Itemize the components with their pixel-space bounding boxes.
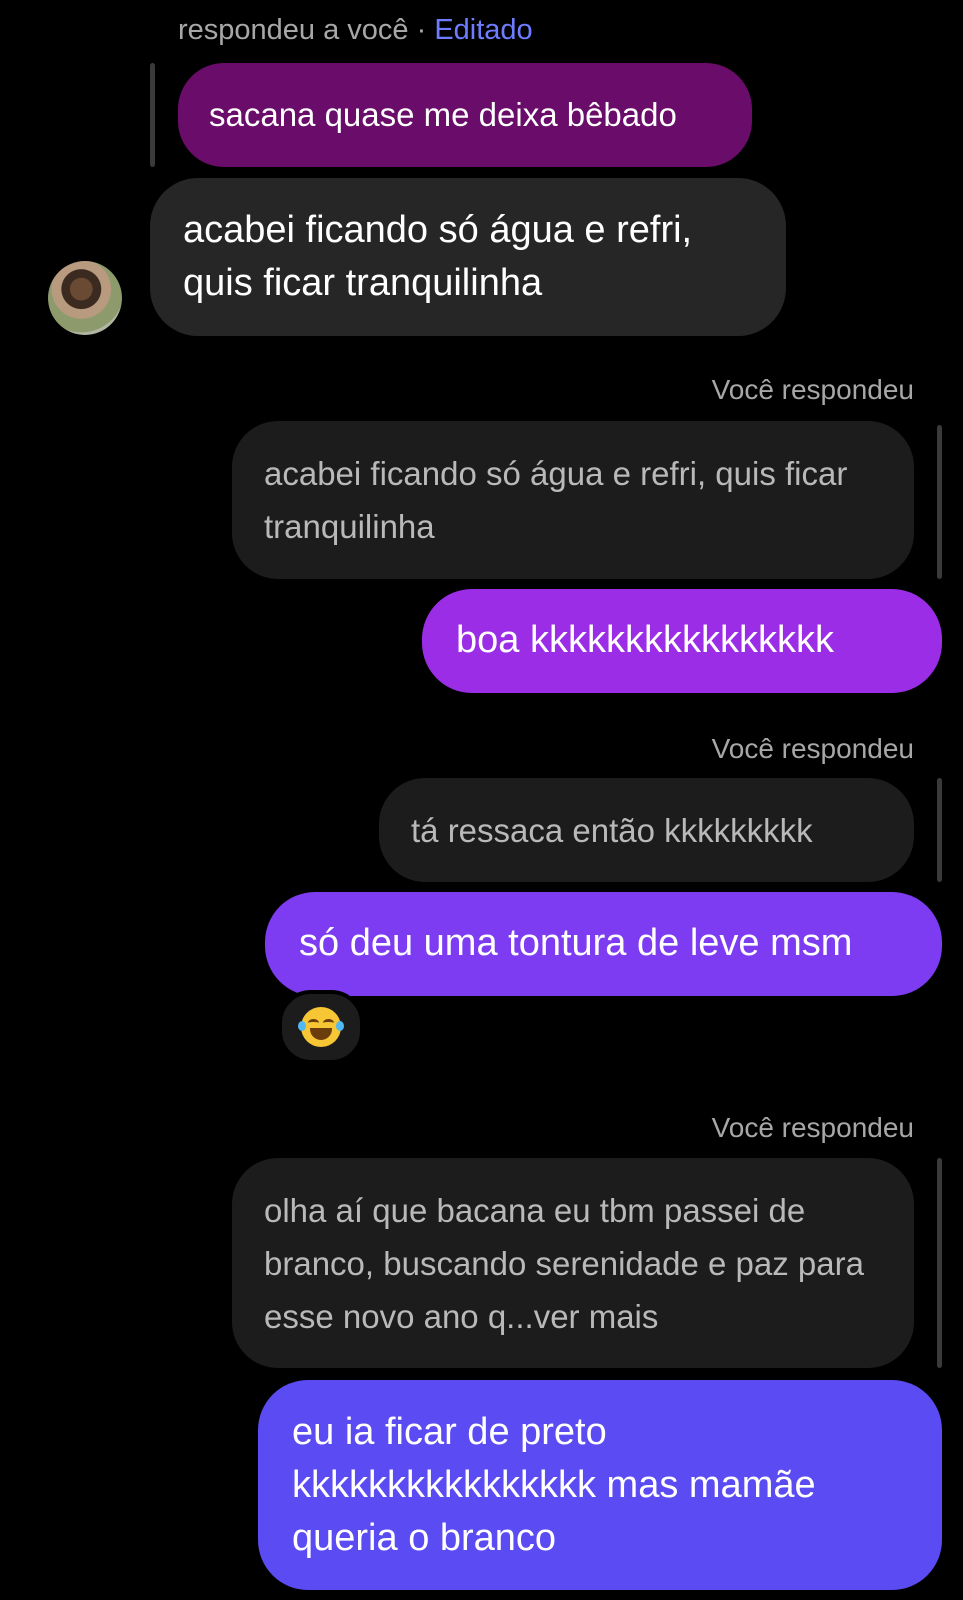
outgoing-message-bubble[interactable]: boa kkkkkkkkkkkkkkkk [422,589,942,693]
incoming-message-line: acabei ficando só água e refri, [183,209,693,251]
outgoing-message-bubble[interactable]: só deu uma tontura de leve msm [265,892,942,996]
replied-to-you-text: respondeu a você · [178,14,435,46]
quoted-reply-bubble[interactable]: olha aí que bacana eu tbm passei de bran… [232,1158,914,1368]
quoted-reply-bubble[interactable]: acabei ficando só água e refri, quis fic… [232,421,914,579]
edited-label[interactable]: Editado [434,14,532,46]
reply-indicator-bar [937,1158,942,1368]
quoted-reply-text: olha aí que bacana eu tbm passei de bran… [264,1191,864,1335]
you-replied-label: Você respondeu [711,1112,914,1143]
outgoing-message-bubble[interactable]: eu ia ficar de preto kkkkkkkkkkkkkkkk ma… [258,1380,942,1590]
you-replied-label: Você respondeu [711,374,914,405]
reply-indicator-bar [937,425,942,579]
quoted-message-text: sacana quase me deixa bêbado [209,96,677,134]
incoming-message-bubble[interactable]: acabei ficando só água e refri, quis fic… [150,178,786,336]
quoted-reply-text: tá ressaca então kkkkkkkkk [411,811,813,849]
reply-context-label: respondeu a você · Editado [178,14,533,47]
incoming-message-text: acabei ficando só água e refri, quis fic… [183,204,692,310]
quoted-reply-bubble[interactable]: tá ressaca então kkkkkkkkk [379,778,914,882]
outgoing-message-text: só deu uma tontura de leve msm [299,922,853,965]
quoted-reply-text: acabei ficando só água e refri, quis fic… [264,455,848,545]
contact-avatar[interactable] [48,261,122,335]
quoted-message-bubble[interactable]: sacana quase me deixa bêbado [178,63,752,167]
you-replied-label: Você respondeu [711,733,914,764]
laughing-tears-emoji-icon [298,1007,344,1047]
reply-indicator-bar [937,778,942,882]
outgoing-message-text: eu ia ficar de preto kkkkkkkkkkkkkkkk ma… [292,1410,816,1559]
incoming-message-line: quis ficar tranquilinha [183,262,543,304]
outgoing-message-text: boa kkkkkkkkkkkkkkkk [456,619,834,662]
message-reaction[interactable] [278,990,364,1064]
reply-indicator-bar [150,63,155,167]
